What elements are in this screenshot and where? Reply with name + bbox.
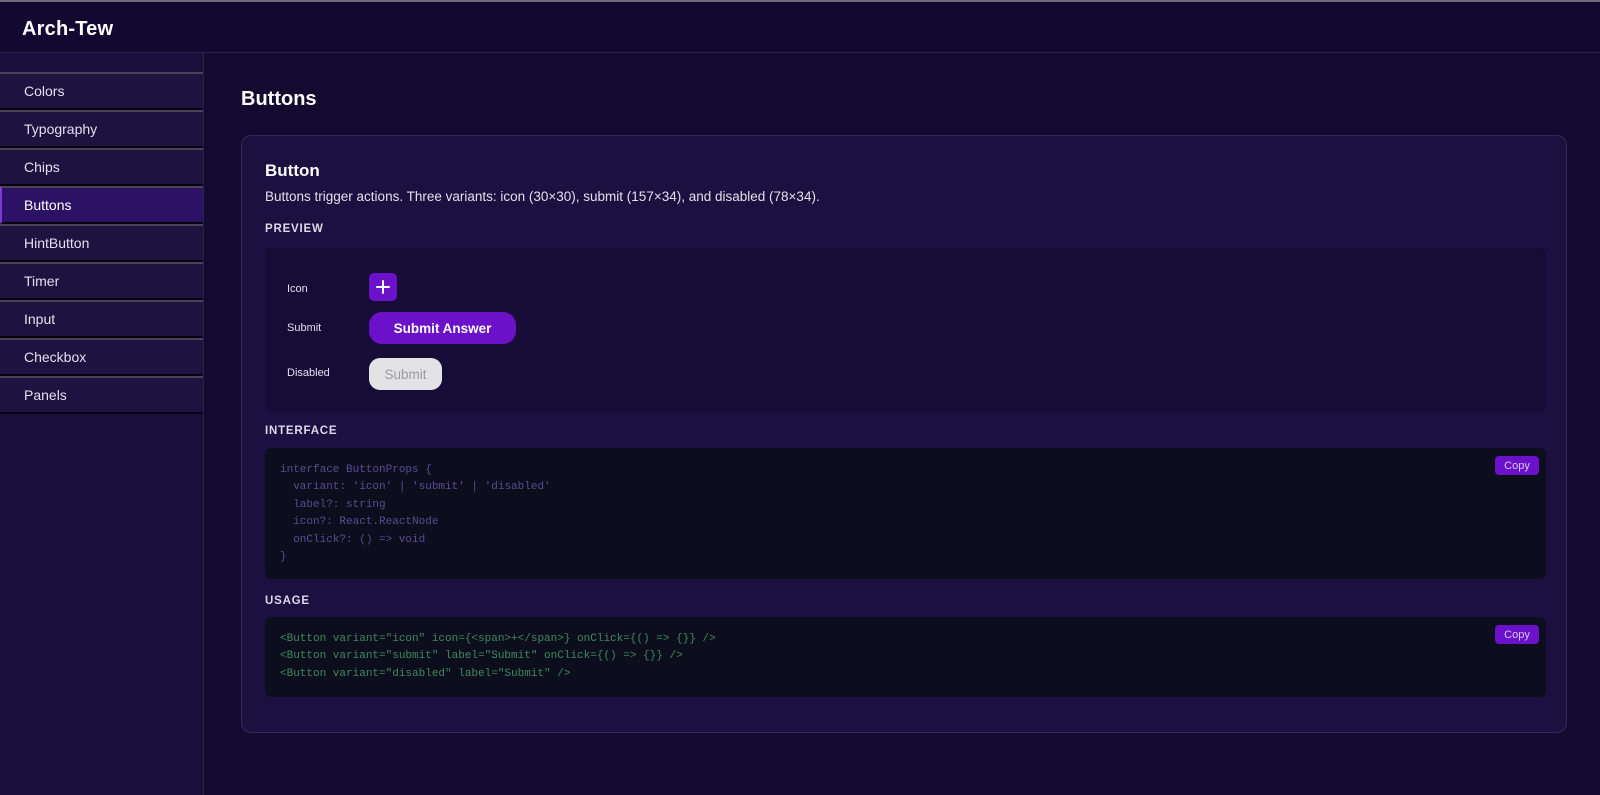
sidebar-item-label: Checkbox: [24, 349, 87, 365]
component-description: Buttons trigger actions. Three variants:…: [265, 189, 820, 204]
sidebar-item-buttons[interactable]: Buttons: [0, 186, 203, 224]
preview-section-label: PREVIEW: [265, 223, 324, 235]
app-title: Arch-Tew: [22, 18, 114, 40]
sidebar-item-label: HintButton: [24, 235, 90, 251]
preview-label-disabled: Disabled: [287, 367, 330, 379]
plus-icon: [376, 280, 390, 294]
sidebar-item-panels[interactable]: Panels: [0, 376, 203, 414]
interface-code-block: interface ButtonProps { variant: 'icon' …: [265, 448, 1546, 579]
sidebar-item-label: Buttons: [24, 197, 72, 213]
preview-label-icon: Icon: [287, 283, 308, 295]
interface-section-label: INTERFACE: [265, 425, 338, 437]
sidebar-item-label: Panels: [24, 387, 67, 403]
copy-usage-button[interactable]: Copy: [1495, 625, 1539, 644]
preview-panel: Icon Submit Submit Answer Disabled Submi…: [265, 248, 1546, 412]
page-title: Buttons: [241, 88, 317, 110]
sidebar-item-hintbutton[interactable]: HintButton: [0, 224, 203, 262]
sidebar-item-timer[interactable]: Timer: [0, 262, 203, 300]
sidebar-nav: Colors Typography Chips Buttons HintButt…: [0, 72, 203, 414]
disabled-submit-button: Submit: [369, 358, 442, 390]
sidebar: Colors Typography Chips Buttons HintButt…: [0, 53, 204, 795]
sidebar-item-colors[interactable]: Colors: [0, 72, 203, 110]
submit-answer-button[interactable]: Submit Answer: [369, 312, 516, 344]
copy-interface-button[interactable]: Copy: [1495, 456, 1539, 475]
usage-code-block: <Button variant="icon" icon={<span>+</sp…: [265, 617, 1546, 697]
sidebar-item-label: Chips: [24, 159, 60, 175]
sidebar-item-typography[interactable]: Typography: [0, 110, 203, 148]
usage-section-label: USAGE: [265, 595, 310, 607]
sidebar-item-label: Timer: [24, 273, 60, 289]
usage-code: <Button variant="icon" icon={<span>+</sp…: [280, 633, 716, 680]
preview-label-submit: Submit: [287, 322, 322, 334]
interface-code: interface ButtonProps { variant: 'icon' …: [280, 464, 551, 564]
sidebar-item-checkbox[interactable]: Checkbox: [0, 338, 203, 376]
sidebar-item-label: Input: [24, 311, 56, 327]
component-card: Button Buttons trigger actions. Three va…: [241, 135, 1567, 733]
component-title: Button: [265, 161, 320, 180]
sidebar-item-label: Typography: [24, 121, 98, 137]
sidebar-item-chips[interactable]: Chips: [0, 148, 203, 186]
app-header: Arch-Tew: [0, 2, 1600, 53]
sidebar-item-label: Colors: [24, 83, 65, 99]
icon-variant-button[interactable]: [369, 273, 397, 301]
sidebar-item-input[interactable]: Input: [0, 300, 203, 338]
